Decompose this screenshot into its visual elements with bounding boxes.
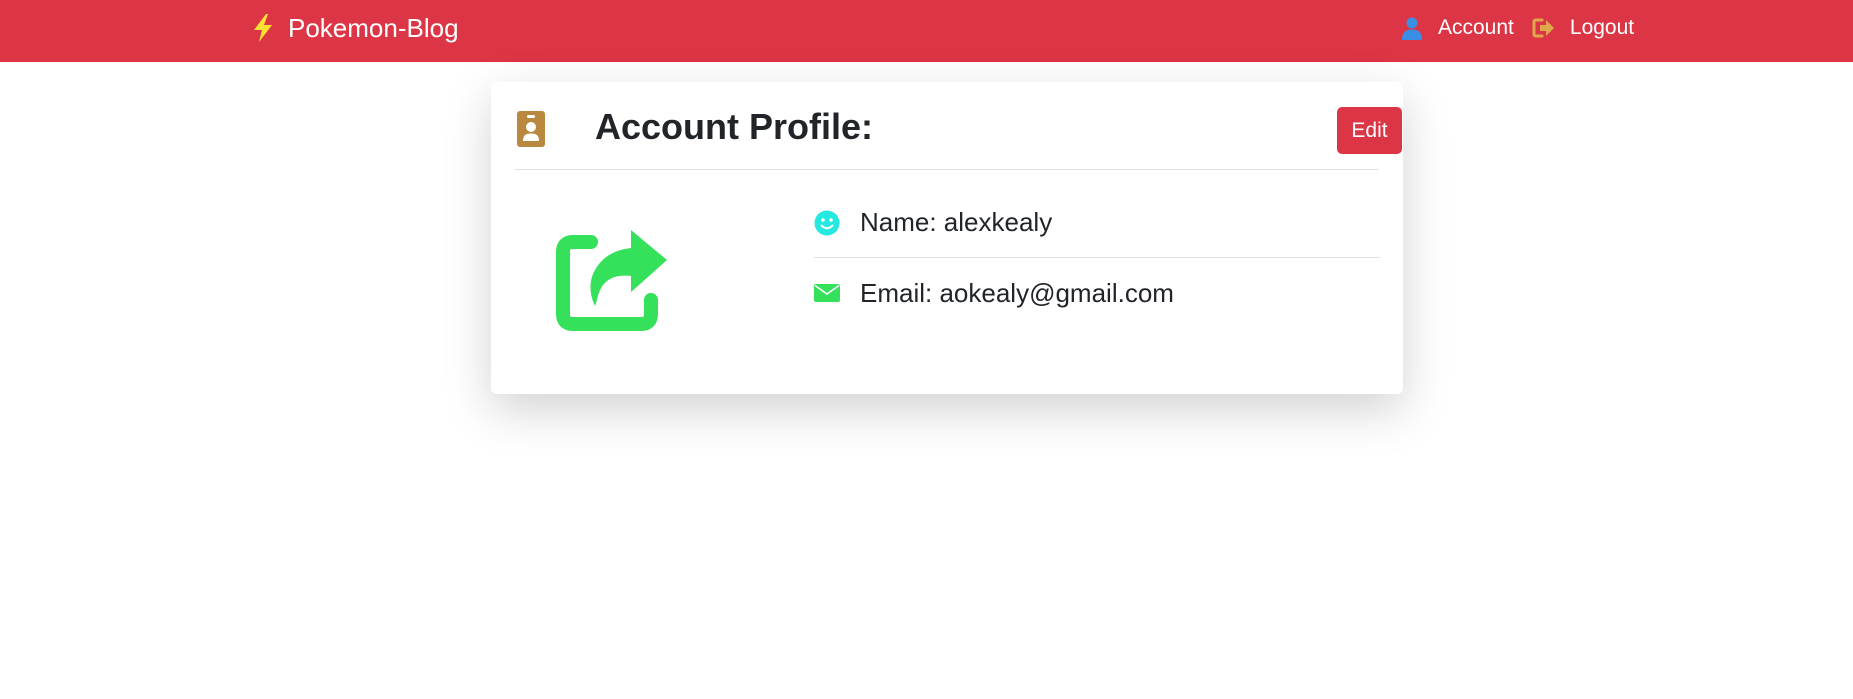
- id-badge-icon: [517, 111, 545, 147]
- email-value: Email: aokealy@gmail.com: [860, 277, 1174, 308]
- account-link[interactable]: Account: [1400, 16, 1514, 40]
- name-row: Name: alexkealy: [814, 188, 1380, 258]
- logout-label: Logout: [1569, 16, 1635, 39]
- brand-link[interactable]: Pokemon-Blog: [250, 0, 459, 56]
- email-row: Email: aokealy@gmail.com: [814, 258, 1380, 328]
- brand-title: Pokemon-Blog: [288, 12, 459, 43]
- profile-card-header: Account Profile: Edit: [515, 82, 1402, 170]
- logout-link[interactable]: Logout: [1532, 16, 1634, 40]
- user-icon: [1400, 16, 1424, 40]
- share-square-icon: [555, 228, 669, 334]
- name-value: Name: alexkealy: [860, 207, 1053, 237]
- lightning-bolt-icon: [250, 13, 276, 43]
- page-title: Account Profile:: [595, 106, 874, 147]
- nav-links: Account Logout: [1400, 0, 1634, 56]
- navbar: Pokemon-Blog Account Logout: [0, 0, 1853, 62]
- smile-icon: [814, 210, 840, 236]
- sign-out-icon: [1532, 16, 1556, 40]
- envelope-icon: [814, 280, 840, 306]
- edit-button[interactable]: Edit: [1337, 107, 1402, 154]
- account-label: Account: [1438, 16, 1514, 39]
- profile-card: Account Profile: Edit Name: alexkealy Em…: [491, 82, 1403, 394]
